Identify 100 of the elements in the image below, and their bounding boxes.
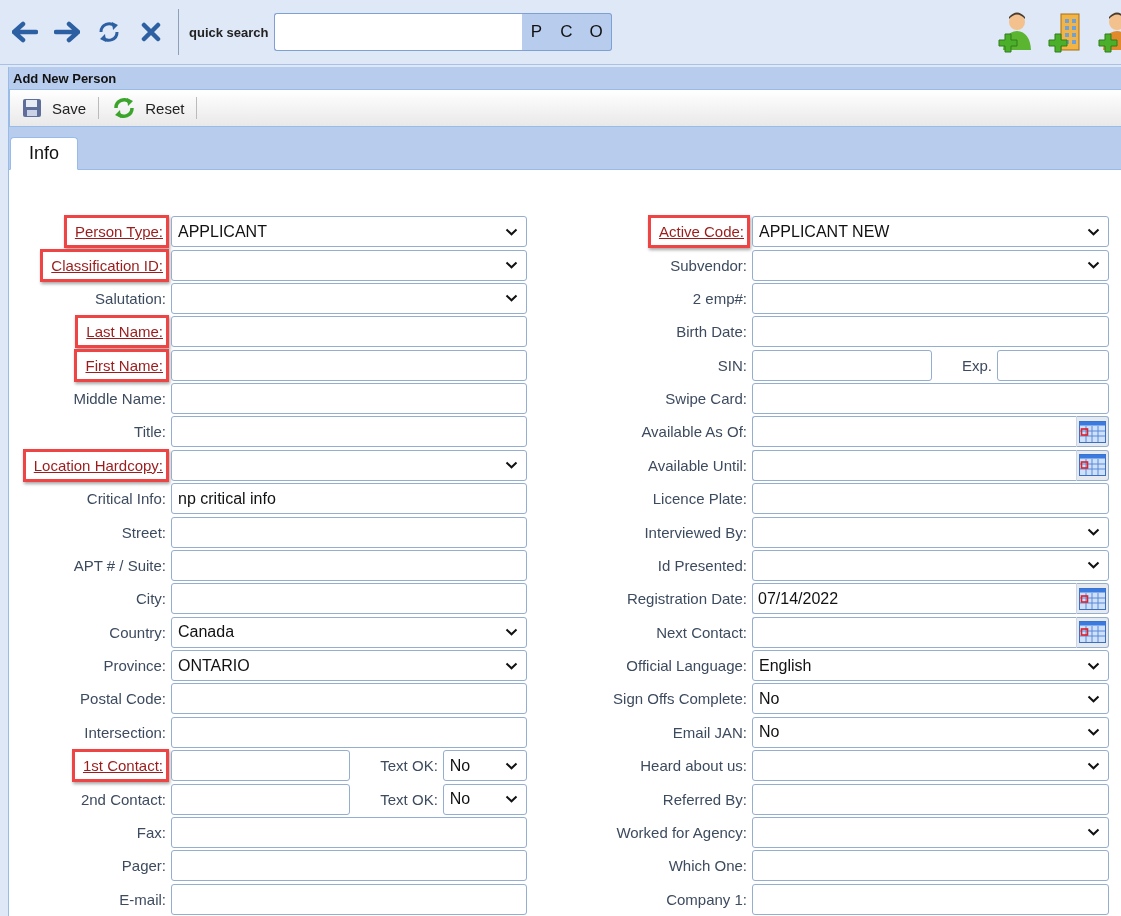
search-scope-button[interactable]: O [581, 13, 612, 51]
input-field[interactable] [171, 816, 527, 848]
input-field[interactable] [752, 282, 1109, 314]
field-link[interactable]: Location Hardcopy: [33, 456, 163, 474]
calendar-button[interactable] [1076, 416, 1109, 448]
input-field[interactable] [171, 349, 527, 381]
field-label: Id Presented: [657, 556, 747, 574]
input-field[interactable] [752, 349, 932, 381]
dropdown[interactable]: APPLICANT NEW [752, 216, 1109, 248]
reset-button[interactable]: Reset [111, 94, 197, 122]
field-label: Title: [134, 423, 166, 441]
panel-title: Add New Person [12, 69, 118, 88]
calendar-button[interactable] [1076, 449, 1109, 481]
dropdown[interactable]: APPLICANT [171, 216, 527, 248]
search-label: quick search [189, 24, 269, 40]
input-field[interactable]: np critical info [171, 483, 527, 515]
input-field[interactable] [752, 483, 1109, 515]
field-link[interactable]: First Name: [85, 356, 163, 374]
chevron-down-icon [1087, 528, 1100, 537]
input-field[interactable] [171, 583, 527, 615]
chevron-down-icon [1087, 694, 1100, 703]
input-field[interactable] [752, 850, 1109, 882]
input-field[interactable] [997, 349, 1109, 381]
calendar-icon [1079, 454, 1106, 477]
input-field[interactable] [752, 883, 1109, 915]
dropdown[interactable]: No [752, 683, 1109, 715]
refresh-icon [113, 97, 136, 119]
chevron-down-icon [505, 294, 518, 303]
field-label: Official Language: [626, 657, 747, 675]
dropdown[interactable] [171, 282, 527, 314]
field-label: Birth Date: [676, 323, 747, 341]
input-field[interactable] [171, 716, 527, 748]
dropdown[interactable]: English [752, 650, 1109, 682]
chevron-down-icon [505, 661, 518, 670]
dropdown[interactable] [752, 750, 1109, 782]
field-label: Worked for Agency: [616, 823, 747, 841]
dropdown[interactable]: ONTARIO [171, 650, 527, 682]
input-field[interactable] [171, 683, 527, 715]
field-label: Middle Name: [73, 390, 166, 408]
field-label: Heard about us: [640, 757, 747, 775]
input-field[interactable] [171, 883, 527, 915]
dropdown[interactable] [752, 249, 1109, 281]
field-label: Province: [103, 657, 166, 675]
input-field[interactable] [171, 850, 527, 882]
search-scope-button[interactable]: C [551, 13, 582, 51]
chevron-down-icon [505, 461, 518, 470]
field-label: Postal Code: [80, 690, 166, 708]
field-label: Available As Of: [641, 423, 747, 441]
dropdown[interactable] [171, 249, 527, 281]
calendar-button[interactable] [1076, 616, 1109, 648]
dropdown[interactable]: Canada [171, 616, 527, 648]
field-label: 2 emp#: [692, 289, 747, 307]
field-link[interactable]: Last Name: [86, 323, 163, 341]
chevron-down-icon [1087, 561, 1100, 570]
dropdown[interactable] [752, 816, 1109, 848]
input-field[interactable] [171, 516, 527, 548]
save-button[interactable]: Save [20, 94, 99, 122]
dropdown[interactable] [752, 516, 1109, 548]
input-field[interactable] [171, 383, 527, 415]
input-field[interactable] [752, 783, 1109, 815]
field-link[interactable]: Person Type: [74, 223, 163, 241]
input-field[interactable] [171, 549, 527, 581]
date-field[interactable]: 07/14/2022 [752, 583, 1076, 615]
field-label: SIN: [717, 356, 747, 374]
input-field[interactable] [752, 383, 1109, 415]
field-link[interactable]: Active Code: [658, 223, 744, 241]
chevron-down-icon [1087, 828, 1100, 837]
date-field[interactable] [752, 616, 1076, 648]
field-link[interactable]: 1st Contact: [82, 757, 163, 775]
calendar-icon [1079, 621, 1106, 644]
dropdown[interactable] [171, 449, 527, 481]
field-label: City: [136, 590, 166, 608]
chevron-down-icon [1087, 728, 1100, 737]
date-field[interactable] [752, 416, 1076, 448]
field-label: Street: [121, 523, 166, 541]
dropdown[interactable]: No [442, 783, 527, 815]
input-field[interactable] [171, 750, 350, 782]
field-label: E-mail: [119, 890, 166, 908]
date-field[interactable] [752, 449, 1076, 481]
field-label: Company 1: [666, 890, 747, 908]
field-label: Text OK: [379, 790, 438, 808]
field-label: Fax: [136, 823, 166, 841]
input-field[interactable] [171, 416, 527, 448]
dropdown[interactable] [752, 549, 1109, 581]
input-field[interactable] [171, 783, 350, 815]
chevron-down-icon [505, 761, 518, 770]
input-field[interactable] [752, 316, 1109, 348]
calendar-button[interactable] [1076, 583, 1109, 615]
back-arrow-icon [12, 21, 38, 43]
field-label: Referred By: [662, 790, 747, 808]
dropdown[interactable]: No [442, 750, 527, 782]
search-scope-button[interactable]: P [521, 13, 552, 51]
dropdown[interactable]: No [752, 716, 1109, 748]
field-label: Text OK: [379, 757, 438, 775]
search-field[interactable] [273, 13, 522, 51]
chevron-down-icon [1087, 261, 1100, 270]
input-field[interactable] [171, 316, 527, 348]
tab[interactable]: Info [10, 137, 79, 170]
field-label: Salutation: [95, 289, 166, 307]
field-link[interactable]: Classification ID: [51, 256, 163, 274]
